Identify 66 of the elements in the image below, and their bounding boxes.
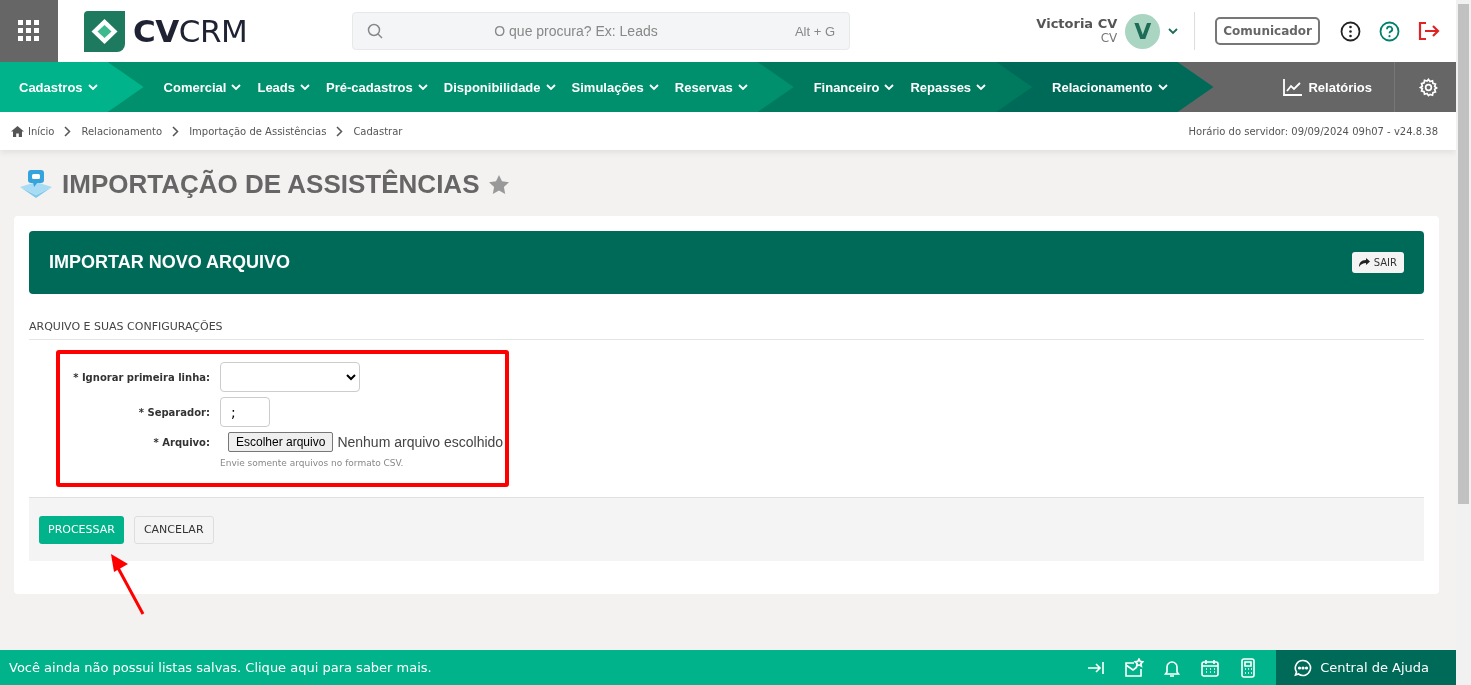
chevron-down-icon xyxy=(231,83,242,91)
chevron-down-icon xyxy=(87,83,98,91)
line-chart-icon xyxy=(1283,78,1303,96)
chevron-right-icon xyxy=(64,125,72,137)
chat-bubble-icon xyxy=(1294,658,1313,677)
file-status: Nenhum arquivo escolhido xyxy=(337,434,504,450)
chevron-down-icon xyxy=(737,83,748,91)
shortcut-hint: Alt + G xyxy=(794,24,835,39)
chevron-right-icon xyxy=(336,125,344,137)
cancel-button[interactable]: CANCELAR xyxy=(133,515,214,544)
help-center-button[interactable]: Central de Ajuda xyxy=(1276,650,1456,685)
field-hint: Envie somente arquivos no formato CSV. xyxy=(220,458,405,468)
breadcrumb-link[interactable]: Relacionamento xyxy=(81,125,163,137)
logo-icon xyxy=(84,10,125,52)
breadcrumb-link[interactable]: Importação de Assistências xyxy=(189,125,327,137)
chevron-down-icon xyxy=(648,83,659,91)
nav-menu-item[interactable]: Pré-cadastros xyxy=(326,79,428,95)
communicator-button[interactable]: Comunicador xyxy=(1215,17,1320,45)
user-avatar[interactable]: V xyxy=(1125,13,1161,49)
share-arrow-icon xyxy=(1358,258,1370,267)
user-role: CV xyxy=(1099,31,1118,46)
logout-icon[interactable] xyxy=(1418,21,1440,41)
chevron-down-icon xyxy=(1168,27,1179,35)
home-icon xyxy=(11,125,24,137)
nav-menu-item[interactable]: Simulações xyxy=(571,79,659,95)
chevron-down-icon xyxy=(1157,83,1168,91)
settings-icon[interactable] xyxy=(1419,77,1438,97)
nav-menu-item[interactable]: Comercial xyxy=(163,79,242,95)
help-icon[interactable] xyxy=(1379,20,1400,42)
star-icon[interactable] xyxy=(489,174,510,194)
nav-menu-item[interactable]: Leads xyxy=(257,79,311,95)
nav-menu-item[interactable]: Disponibilidade xyxy=(443,79,556,95)
section-heading: ARQUIVO E SUAS CONFIGURAÇÕES xyxy=(29,294,1424,340)
field-label: * Separador: xyxy=(137,406,210,418)
chat-box-icon xyxy=(20,170,52,198)
annotation-arrow xyxy=(109,554,147,616)
breadcrumb-link[interactable]: Início xyxy=(28,125,55,137)
user-name: Victoria CV xyxy=(1036,16,1118,31)
text-field[interactable]: ; xyxy=(220,397,270,427)
chevron-down-icon xyxy=(545,83,556,91)
scrollbar[interactable] xyxy=(1456,0,1471,685)
chevron-down-icon xyxy=(976,83,987,91)
nav-menu-item[interactable]: Reservas xyxy=(674,79,748,95)
apps-menu-button[interactable] xyxy=(0,0,58,62)
nav-menu-item[interactable]: Repasses xyxy=(910,79,987,95)
calendar-icon[interactable] xyxy=(1200,657,1221,678)
select-field[interactable] xyxy=(220,362,360,392)
nav-menu-item[interactable]: Financeiro xyxy=(813,79,895,95)
chevron-down-icon xyxy=(300,83,311,91)
mail-star-icon[interactable] xyxy=(1124,657,1145,678)
nav-menu-item[interactable]: Relacionamento xyxy=(1052,79,1168,95)
exit-button[interactable]: SAIR xyxy=(1351,252,1404,273)
field-label: * Arquivo: xyxy=(152,436,210,448)
chevron-right-icon xyxy=(172,125,180,137)
logo-text: CVCRM xyxy=(133,13,248,49)
grid-icon xyxy=(18,20,40,42)
choose-file-button[interactable]: Escolher arquivo xyxy=(228,432,334,452)
chevron-down-icon xyxy=(417,83,428,91)
panel-title: IMPORTAR NOVO ARQUIVO xyxy=(49,252,290,273)
field-label: * Ignorar primeira linha: xyxy=(72,371,210,383)
search-icon xyxy=(367,23,383,39)
more-icon[interactable] xyxy=(1340,20,1361,42)
page-title: IMPORTAÇÃO DE ASSISTÊNCIAS xyxy=(62,168,480,200)
chevron-down-icon xyxy=(884,83,895,91)
breadcrumb-link[interactable]: Cadastrar xyxy=(353,125,403,137)
server-time: Horário do servidor: 09/09/2024 09h07 - v24.8.38 xyxy=(1188,125,1438,137)
